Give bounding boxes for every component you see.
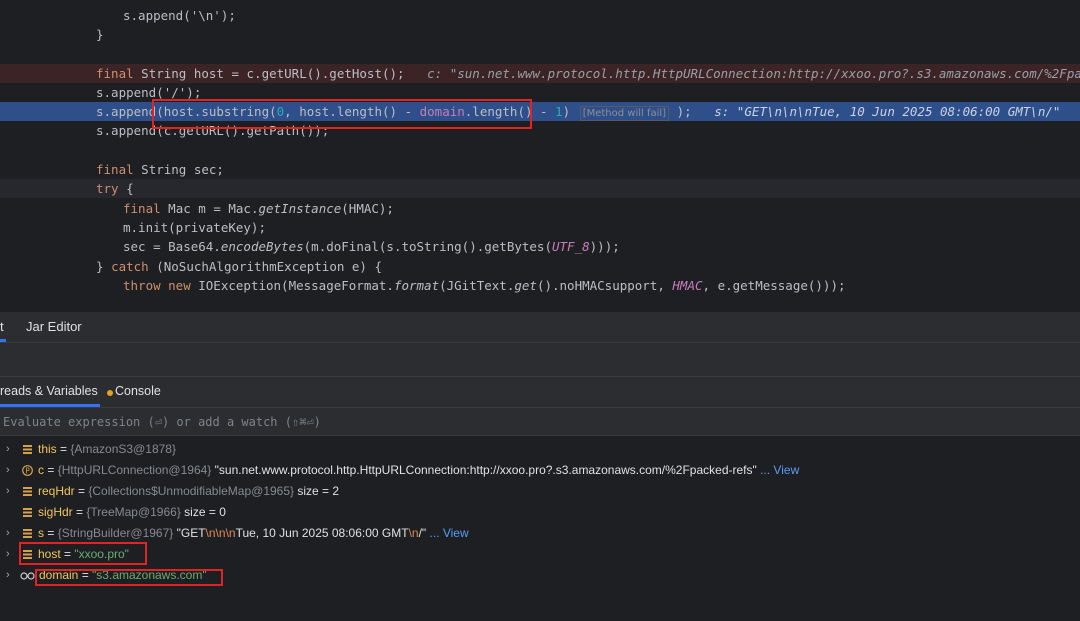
- code-line[interactable]: sec = Base64.encodeBytes(m.doFinal(s.toS…: [0, 237, 1080, 256]
- highlight-box-domain: [35, 569, 223, 586]
- method-will-fail-badge: [Method will fail]: [579, 106, 670, 121]
- code-text: }: [96, 27, 104, 42]
- variable-row-reqhdr[interactable]: › reqHdr = {Collections$UnmodifiableMap@…: [0, 481, 1080, 502]
- tab-console-label: Console: [115, 384, 161, 398]
- code-line[interactable]: m.init(privateKey);: [0, 218, 1080, 237]
- property-icon: P: [22, 465, 33, 476]
- chevron-right-icon[interactable]: ›: [6, 523, 16, 544]
- view-link[interactable]: ... View: [426, 526, 469, 540]
- chevron-right-icon[interactable]: ›: [6, 481, 16, 502]
- code-text: m.init(privateKey);: [123, 220, 266, 235]
- code-text: try {: [96, 181, 134, 196]
- debug-toolbar: [0, 343, 1080, 377]
- variable-text: reqHdr = {Collections$UnmodifiableMap@19…: [38, 484, 340, 498]
- chevron-right-icon[interactable]: ›: [6, 439, 16, 460]
- code-editor[interactable]: s.append('\n'); } final String host = c.…: [0, 0, 1080, 300]
- code-text: sec = Base64.encodeBytes(m.doFinal(s.toS…: [123, 239, 620, 254]
- active-subtab-indicator: [0, 404, 100, 407]
- evaluate-bar: [0, 408, 1080, 436]
- variable-row-this[interactable]: › this = {AmazonS3@1878}: [0, 439, 1080, 460]
- variable-text: sigHdr = {TreeMap@1966} size = 0: [38, 505, 226, 519]
- variable-row-c[interactable]: › P c = {HttpURLConnection@1964} "sun.ne…: [0, 460, 1080, 481]
- code-text: final String host = c.getURL().getHost()…: [96, 64, 1080, 83]
- tab-console[interactable]: Console: [107, 384, 161, 398]
- variable-row-sighdr[interactable]: sigHdr = {TreeMap@1966} size = 0: [0, 502, 1080, 523]
- code-line[interactable]: } catch (NoSuchAlgorithmException e) {: [0, 257, 1080, 276]
- view-link[interactable]: ... View: [757, 463, 799, 477]
- variable-text: this = {AmazonS3@1878}: [38, 442, 176, 456]
- highlight-box-expression: [152, 99, 532, 129]
- tab-threads-variables[interactable]: reads & Variables: [0, 384, 98, 398]
- variable-row-host[interactable]: › host = "xxoo.pro": [0, 544, 1080, 565]
- tab-jar-editor[interactable]: Jar Editor: [26, 319, 82, 334]
- code-line[interactable]: }: [0, 25, 1080, 44]
- code-line-caret[interactable]: try {: [0, 179, 1080, 198]
- inline-debug-value: c: "sun.net.www.protocol.http.HttpURLCon…: [427, 66, 1080, 81]
- variables-tree: › this = {AmazonS3@1878} › P c = {HttpUR…: [0, 436, 1080, 621]
- code-line[interactable]: throw new IOException(MessageFormat.form…: [0, 276, 1080, 295]
- tab-debug[interactable]: t: [0, 319, 4, 334]
- field-icon: [23, 445, 32, 454]
- code-text: final String sec;: [96, 162, 224, 177]
- code-text: s.append('\n');: [123, 8, 236, 23]
- variable-text: c = {HttpURLConnection@1964} "sun.net.ww…: [38, 463, 800, 477]
- code-line-host[interactable]: final String host = c.getURL().getHost()…: [0, 64, 1080, 83]
- code-text: final Mac m = Mac.getInstance(HMAC);: [123, 201, 394, 216]
- watch-glasses-icon: [20, 572, 35, 580]
- highlight-box-host: [19, 542, 147, 565]
- console-icon: [107, 390, 113, 396]
- code-text: } catch (NoSuchAlgorithmException e) {: [96, 259, 382, 274]
- code-line[interactable]: final String sec;: [0, 160, 1080, 179]
- field-icon: [23, 487, 32, 496]
- field-icon: [23, 508, 32, 517]
- field-icon: [23, 529, 32, 538]
- inline-debug-value: s: "GET\n\n\nTue, 10 Jun 2025 08:06:00 G…: [714, 104, 1061, 119]
- variable-row-s[interactable]: › s = {StringBuilder@1967} "GET\n\n\nTue…: [0, 523, 1080, 544]
- active-tab-indicator: [0, 339, 6, 342]
- code-line[interactable]: final Mac m = Mac.getInstance(HMAC);: [0, 199, 1080, 218]
- evaluate-expression-input[interactable]: [3, 413, 903, 431]
- svg-text:P: P: [25, 466, 30, 475]
- code-line[interactable]: s.append('\n');: [0, 6, 1080, 25]
- chevron-right-icon[interactable]: ›: [6, 544, 16, 565]
- chevron-right-icon[interactable]: ›: [6, 565, 16, 586]
- tool-window-tabbar: t Jar Editor: [0, 312, 1080, 343]
- debugger-subtabs: reads & Variables Console: [0, 377, 1080, 408]
- variable-text: s = {StringBuilder@1967} "GET\n\n\nTue, …: [38, 526, 469, 540]
- code-text: throw new IOException(MessageFormat.form…: [123, 278, 846, 293]
- chevron-right-icon[interactable]: ›: [6, 460, 16, 481]
